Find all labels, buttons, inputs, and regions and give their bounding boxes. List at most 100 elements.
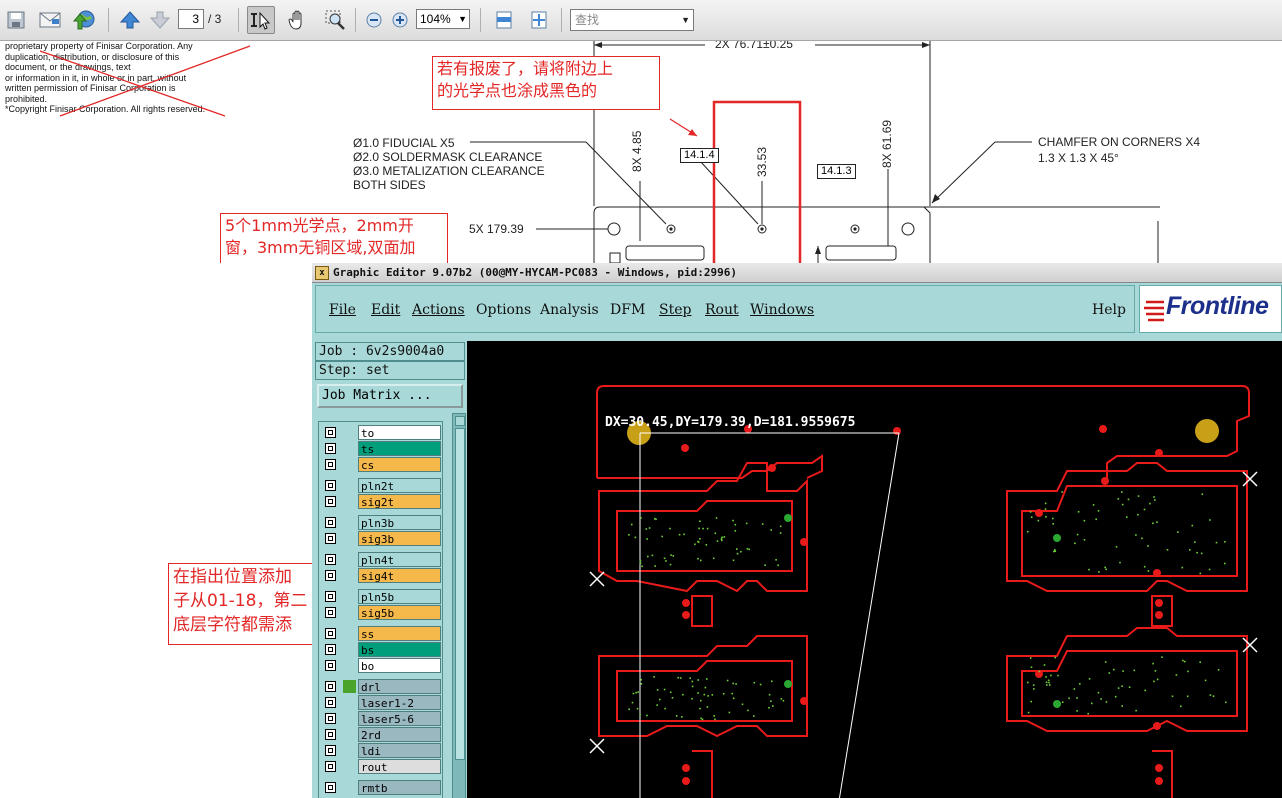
- annotation-note[interactable]: 在指出位置添加 子从01-18，第二 底层字符都需添: [168, 563, 318, 645]
- layer-checkbox[interactable]: [325, 745, 336, 756]
- annotation-note[interactable]: 若有报废了，请将附边上 的光学点也涂成黑色的: [432, 56, 660, 110]
- layer-name[interactable]: pln2t: [358, 478, 441, 493]
- menu-analysis[interactable]: Analysis: [540, 302, 599, 318]
- layer-row[interactable]: ts: [323, 441, 441, 456]
- layer-checkbox[interactable]: [325, 607, 336, 618]
- layer-checkbox[interactable]: [325, 697, 336, 708]
- graphics-canvas[interactable]: DX=30.45,DY=179.39,D=181.9559675: [467, 341, 1282, 798]
- select-tool-icon[interactable]: [247, 6, 275, 34]
- layer-checkbox[interactable]: [325, 660, 336, 671]
- layer-name[interactable]: bo: [358, 658, 441, 673]
- layer-checkbox[interactable]: [325, 591, 336, 602]
- layer-row[interactable]: bs: [323, 642, 441, 657]
- layer-name[interactable]: drl: [358, 679, 441, 694]
- menu-edit[interactable]: Edit: [371, 302, 400, 318]
- layer-row[interactable]: ldi: [323, 743, 441, 758]
- layer-checkbox[interactable]: [325, 729, 336, 740]
- layer-checkbox[interactable]: [325, 570, 336, 581]
- layer-name[interactable]: bs: [358, 642, 441, 657]
- drill-dot: [691, 680, 694, 683]
- layer-name[interactable]: rout: [358, 759, 441, 774]
- page-number-input[interactable]: 3: [178, 9, 204, 29]
- layer-name[interactable]: to: [358, 425, 441, 440]
- layer-name[interactable]: pln5b: [358, 589, 441, 604]
- layer-checkbox[interactable]: [325, 782, 336, 793]
- layer-name[interactable]: ldi: [358, 743, 441, 758]
- layer-row[interactable]: bo: [323, 658, 441, 673]
- layer-row[interactable]: laser1-2: [323, 695, 441, 710]
- layer-checkbox[interactable]: [325, 480, 336, 491]
- layer-name[interactable]: sig4t: [358, 568, 441, 583]
- web-upload-icon[interactable]: [70, 6, 98, 34]
- layer-row[interactable]: pln5b: [323, 589, 441, 604]
- layer-checkbox[interactable]: [325, 681, 336, 692]
- layer-row[interactable]: sig3b: [323, 531, 441, 546]
- menu-actions[interactable]: Actions: [412, 302, 465, 318]
- layer-row[interactable]: cs: [323, 457, 441, 472]
- menu-rout[interactable]: Rout: [705, 302, 739, 318]
- zoom-in-icon[interactable]: [386, 6, 414, 34]
- layer-row[interactable]: sig5b: [323, 605, 441, 620]
- window-title-bar[interactable]: x Graphic Editor 9.07b2 (00@MY-HYCAM-PC08…: [312, 263, 1282, 283]
- layer-row[interactable]: 2rd: [323, 727, 441, 742]
- layer-checkbox[interactable]: [325, 459, 336, 470]
- drill-dot: [768, 693, 771, 696]
- hand-tool-icon[interactable]: [284, 6, 312, 34]
- layer-scrollbar[interactable]: [452, 413, 466, 798]
- previous-page-icon[interactable]: [116, 6, 144, 34]
- layer-row[interactable]: sig2t: [323, 494, 441, 509]
- marquee-zoom-icon[interactable]: [321, 6, 349, 34]
- layer-name[interactable]: ss: [358, 626, 441, 641]
- layer-checkbox[interactable]: [325, 533, 336, 544]
- layer-row[interactable]: laser5-6: [323, 711, 441, 726]
- scroll-up-icon[interactable]: [455, 416, 465, 426]
- layer-row[interactable]: pln3b: [323, 515, 441, 530]
- layer-name[interactable]: ts: [358, 441, 441, 456]
- layer-checkbox[interactable]: [325, 496, 336, 507]
- menu-options[interactable]: Options: [476, 302, 531, 318]
- layer-row[interactable]: ss: [323, 626, 441, 641]
- menu-dfm[interactable]: DFM: [610, 302, 645, 318]
- layer-row[interactable]: drl: [323, 679, 441, 694]
- zoom-level-select[interactable]: 104% ▼: [416, 9, 470, 29]
- layer-name[interactable]: pln3b: [358, 515, 441, 530]
- menu-file[interactable]: File: [329, 302, 356, 318]
- search-input[interactable]: 查找 ▼: [570, 9, 694, 31]
- layer-name[interactable]: pln4t: [358, 552, 441, 567]
- save-icon[interactable]: [2, 6, 30, 34]
- layer-name[interactable]: rmtb: [358, 780, 441, 795]
- layer-checkbox[interactable]: [325, 554, 336, 565]
- layer-row[interactable]: to: [323, 425, 441, 440]
- layer-checkbox[interactable]: [325, 644, 336, 655]
- layer-checkbox[interactable]: [325, 713, 336, 724]
- layer-row[interactable]: rout: [323, 759, 441, 774]
- layer-name[interactable]: laser5-6: [358, 711, 441, 726]
- layer-name[interactable]: sig5b: [358, 605, 441, 620]
- menu-windows[interactable]: Windows: [750, 302, 814, 318]
- layer-checkbox[interactable]: [325, 443, 336, 454]
- layer-checkbox[interactable]: [325, 517, 336, 528]
- menu-help[interactable]: Help: [1092, 302, 1126, 318]
- email-icon[interactable]: [36, 6, 64, 34]
- next-page-icon[interactable]: [146, 6, 174, 34]
- drill-dot: [691, 697, 693, 700]
- fit-page-icon[interactable]: [525, 6, 553, 34]
- layer-row[interactable]: pln2t: [323, 478, 441, 493]
- layer-name[interactable]: cs: [358, 457, 441, 472]
- layer-name[interactable]: 2rd: [358, 727, 441, 742]
- layer-checkbox[interactable]: [325, 761, 336, 772]
- layer-row[interactable]: pln4t: [323, 552, 441, 567]
- layer-checkbox[interactable]: [325, 628, 336, 639]
- layer-row[interactable]: sig4t: [323, 568, 441, 583]
- menu-step[interactable]: Step: [659, 302, 691, 318]
- scroll-thumb[interactable]: [455, 428, 465, 760]
- job-matrix-button[interactable]: Job Matrix ...: [317, 384, 463, 408]
- layer-row[interactable]: rmtb: [323, 780, 441, 795]
- layer-name[interactable]: sig3b: [358, 531, 441, 546]
- layer-name[interactable]: sig2t: [358, 494, 441, 509]
- zoom-out-icon[interactable]: [360, 6, 388, 34]
- fit-width-icon[interactable]: [490, 6, 518, 34]
- layer-checkbox[interactable]: [325, 427, 336, 438]
- layer-name[interactable]: laser1-2: [358, 695, 441, 710]
- annotation-note[interactable]: 5个1mm光学点，2mm开 窗，3mm无铜区域,双面加: [220, 213, 448, 263]
